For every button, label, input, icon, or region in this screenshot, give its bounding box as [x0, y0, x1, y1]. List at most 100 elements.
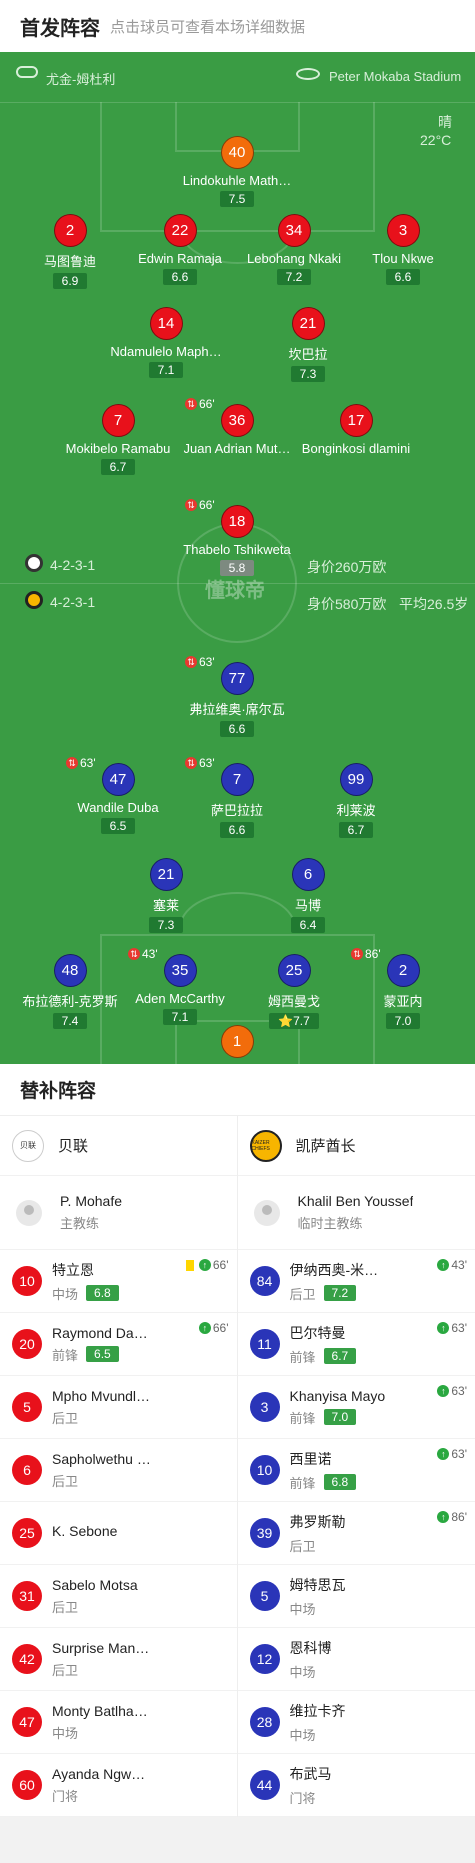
- stadium-name: Peter Mokaba Stadium: [329, 69, 462, 84]
- player-rating: 7.4: [52, 1013, 88, 1029]
- jersey-number: 1: [220, 1025, 254, 1058]
- bench-away-team[interactable]: KAIZER CHIEFS 凯萨酋长: [237, 1116, 475, 1176]
- player-rating: 6.6: [219, 721, 255, 737]
- sub-in-badge: ↑ 86': [437, 1510, 467, 1524]
- player-name: 弗拉维奥·席尔瓦: [189, 702, 285, 717]
- bench_away-sub-11[interactable]: 11 巴尔特曼 前锋 6.7 ↑ 63': [237, 1313, 475, 1376]
- sub-minute: 63': [199, 655, 215, 669]
- bench-away: KAIZER CHIEFS 凯萨酋长 Khalil Ben Youssef 临时…: [237, 1116, 475, 1817]
- sub-name: Monty Batlha…: [52, 1702, 148, 1719]
- away-coach[interactable]: Khalil Ben Youssef 临时主教练: [237, 1176, 475, 1250]
- home-player-3[interactable]: 3 Tlou Nkwe 6.6: [328, 214, 475, 285]
- sub-position-text: 后卫: [52, 1473, 79, 1489]
- sub-out-icon: ⇅: [66, 757, 78, 769]
- player-name: 蒙亚内: [383, 994, 423, 1009]
- sub-info: 姆特思瓦 中场: [290, 1575, 346, 1618]
- player-name: Juan Adrian Mut…: [183, 441, 291, 456]
- away-player-21[interactable]: 21 塞莱 7.3: [91, 858, 241, 933]
- jersey-number: 84: [249, 1266, 280, 1296]
- bench_home-sub-42[interactable]: 42 Surprise Man… 后卫: [0, 1628, 237, 1691]
- rating-value: 6.6: [228, 722, 246, 736]
- temperature: 22°C: [420, 132, 452, 148]
- bench_away-sub-39[interactable]: 39 弗罗斯勒 后卫 ↑ 86': [237, 1502, 475, 1565]
- bench_home-sub-20[interactable]: 20 Raymond Da… 前锋 6.5 ↑ 66': [0, 1313, 237, 1376]
- home-coach-name: P. Mohafe: [60, 1193, 123, 1209]
- away-player-6[interactable]: 6 马博 6.4: [233, 858, 383, 933]
- jersey-number: 48: [53, 954, 87, 987]
- jersey-number: 10: [12, 1266, 42, 1296]
- referee-name: 尤金-姆杜利: [46, 72, 116, 87]
- lineup-header: 首发阵容 点击球员可查看本场详细数据: [0, 0, 475, 52]
- home-player-40[interactable]: 40 Lindokuhle Math… 7.5: [162, 136, 312, 207]
- sub-position: 门将: [290, 1788, 332, 1807]
- home-player-14[interactable]: 14 Ndamulelo Maph… 7.1: [91, 307, 241, 378]
- sub-minute: 63': [199, 756, 215, 770]
- bench_home-sub-60[interactable]: 60 Ayanda Ngw… 门将: [0, 1754, 237, 1817]
- sub-info: Khanyisa Mayo 前锋 7.0: [290, 1388, 386, 1427]
- sub-out-icon: ⇅: [185, 499, 197, 511]
- bench_home-sub-31[interactable]: 31 Sabelo Motsa 后卫: [0, 1565, 237, 1628]
- bench_away-sub-44[interactable]: 44 布武马 门将: [237, 1754, 475, 1817]
- jersey-number: 6: [291, 858, 325, 891]
- bench_away-sub-28[interactable]: 28 维拉卡齐 中场: [237, 1691, 475, 1754]
- home-player-17[interactable]: 17 Bonginkosi dlamini: [281, 404, 431, 456]
- bench_away-sub-12[interactable]: 12 恩科博 中场: [237, 1628, 475, 1691]
- substitution-badge: ⇅ 63': [185, 655, 215, 669]
- rating-value: 6.6: [228, 823, 246, 837]
- home-coach[interactable]: P. Mohafe 主教练: [0, 1176, 237, 1250]
- player-name: Aden McCarthy: [135, 991, 225, 1006]
- bench_home-sub-47[interactable]: 47 Monty Batlha… 中场: [0, 1691, 237, 1754]
- away-player-2[interactable]: ⇅ 86' 2 蒙亚内 7.0: [328, 947, 475, 1029]
- player-name: 坎巴拉: [288, 347, 328, 362]
- bench_home-sub-5[interactable]: 5 Mpho Mvundl… 后卫: [0, 1376, 237, 1439]
- sub-info: Sapholwethu … 后卫: [52, 1451, 151, 1490]
- jersey-number: 42: [12, 1644, 42, 1674]
- coach-avatar-icon: [16, 1199, 42, 1226]
- sub-name: 特立恩: [52, 1261, 94, 1278]
- rating-value: 6.7: [347, 823, 365, 837]
- bench_away-sub-10[interactable]: 10 西里诺 前锋 6.8 ↑ 63': [237, 1439, 475, 1502]
- jersey-number: 2: [386, 954, 420, 987]
- sub-info: 巴尔特曼 前锋 6.7: [290, 1323, 357, 1366]
- player-name: 马图鲁迪: [43, 254, 96, 269]
- home-player-21[interactable]: 21 坎巴拉 7.3: [233, 307, 383, 382]
- sub-position-text: 前锋: [289, 1349, 316, 1365]
- sub-out-icon: ⇅: [128, 948, 140, 960]
- away-player-77[interactable]: ⇅ 63' 77 弗拉维奥·席尔瓦 6.6: [162, 655, 312, 737]
- sub-name: 西里诺: [289, 1450, 332, 1467]
- rating-value: 7.5: [228, 192, 246, 206]
- bench_home-sub-10[interactable]: 10 特立恩 中场 6.8 ↑ 66': [0, 1250, 237, 1313]
- jersey-number: 34: [277, 214, 311, 247]
- sub-name: 伊纳西奥-米…: [289, 1261, 379, 1278]
- away-player-1[interactable]: 1彼得森7.5: [162, 1025, 312, 1064]
- jersey-number: 7: [220, 763, 254, 796]
- bench-home-team[interactable]: 贝联 贝联: [0, 1116, 237, 1176]
- sub-minute: 86': [451, 1510, 467, 1524]
- rating-value: 7.1: [171, 1010, 189, 1024]
- sub-name: Mpho Mvundl…: [52, 1387, 151, 1404]
- jersey-number: 35: [163, 954, 197, 987]
- away-avg-age: 平均26.5岁: [399, 596, 469, 612]
- sub-in-badge: ↑ 66': [185, 1258, 229, 1272]
- sub-info: 西里诺 前锋 6.8: [290, 1449, 357, 1492]
- jersey-number: 31: [12, 1581, 42, 1611]
- home-player-18[interactable]: ⇅ 66' 18 Thabelo Tshikweta 5.8: [162, 498, 312, 576]
- bench_away-sub-5[interactable]: 5 姆特思瓦 中场: [237, 1565, 475, 1628]
- weather: 晴: [438, 114, 452, 130]
- player-rating: 7.3: [148, 917, 184, 933]
- bench_home-sub-6[interactable]: 6 Sapholwethu … 后卫: [0, 1439, 237, 1502]
- jersey-number: 7: [101, 404, 135, 437]
- away-player-99[interactable]: 99 利莱波 6.7: [281, 763, 431, 838]
- jersey-number: 10: [249, 1455, 280, 1485]
- player-rating: 7.2: [276, 269, 312, 285]
- sub-info: Raymond Da… 前锋 6.5: [52, 1325, 148, 1364]
- away-logo: KAIZER CHIEFS: [249, 1129, 282, 1162]
- bench_away-sub-3[interactable]: 3 Khanyisa Mayo 前锋 7.0 ↑ 63': [237, 1376, 475, 1439]
- jersey-number: 40: [220, 136, 254, 169]
- home-team-icon: [25, 554, 43, 572]
- bench_away-sub-84[interactable]: 84 伊纳西奥-米… 后卫 7.2 ↑ 43': [237, 1250, 475, 1313]
- subs-title: 替补阵容: [0, 1064, 475, 1116]
- player-name: Lindokuhle Math…: [182, 173, 292, 188]
- sub-in-icon: ↑: [437, 1448, 450, 1460]
- bench_home-sub-25[interactable]: 25 K. Sebone: [0, 1502, 237, 1565]
